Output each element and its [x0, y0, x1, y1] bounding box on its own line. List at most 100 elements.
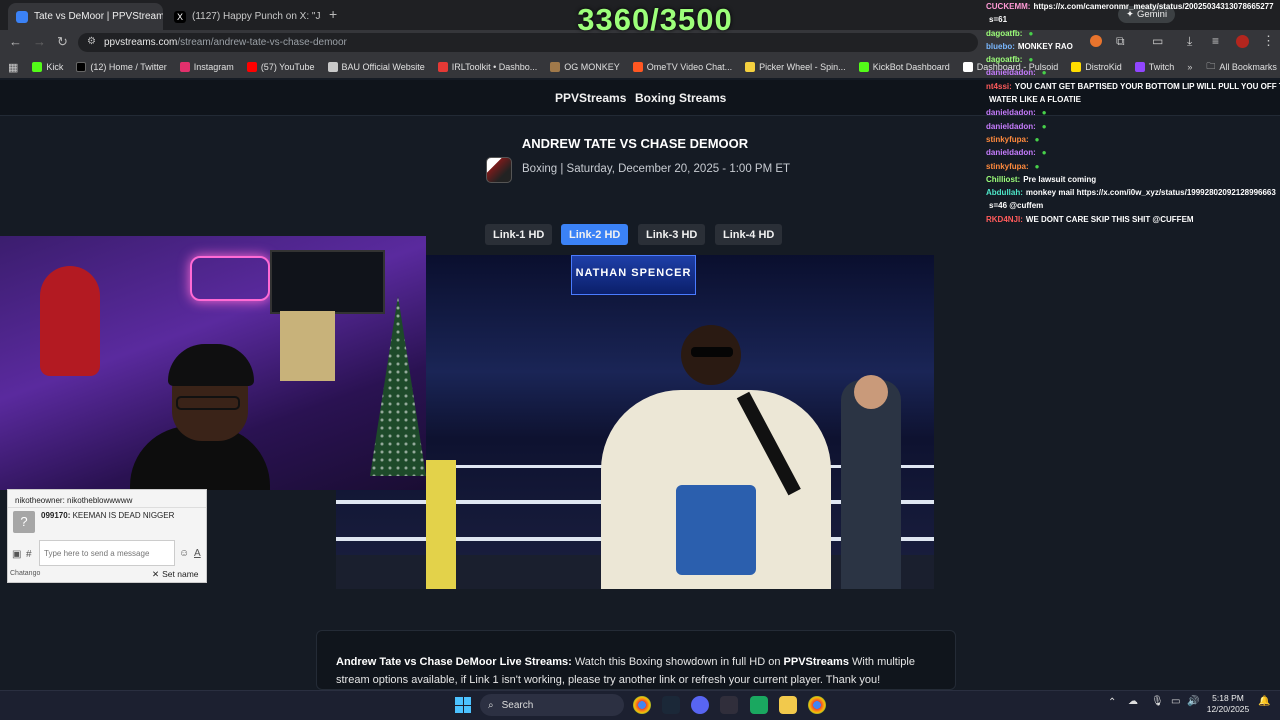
bookmark-favicon-icon	[745, 62, 756, 72]
stream-chat-overlay: CUCKEMM: https://x.com/cameronmr_meaty/st…	[986, 0, 1280, 224]
nav-boxing-streams-link[interactable]: Boxing Streams	[635, 91, 726, 105]
link-2-button[interactable]: Link-2 HD	[561, 224, 629, 245]
chat-line: danieldadon: ●	[986, 120, 1280, 133]
url-host: ppvstreams.com	[104, 37, 178, 48]
cloud-icon[interactable]: ☁	[1128, 696, 1138, 707]
chat-line: danieldadon: ●	[986, 146, 1280, 159]
inflatable-decoration	[40, 266, 100, 376]
event-meta: Boxing | Saturday, December 20, 2025 - 1…	[522, 163, 791, 175]
chat-line: stinkyfupa: ●	[986, 160, 1280, 173]
taskbar-clock[interactable]: 5:18 PM 12/20/2025	[1200, 693, 1256, 715]
set-name-button[interactable]: ✕ Set name	[152, 569, 199, 580]
sunglasses	[691, 347, 733, 357]
chat-line: dagoatfb: ●	[986, 27, 1280, 40]
microphone-icon[interactable]: 🎙	[1151, 696, 1164, 707]
bookmark-item[interactable]: Instagram	[179, 62, 234, 72]
file-explorer-icon[interactable]	[779, 696, 797, 714]
christmas-tree	[370, 296, 426, 476]
tab-twitter[interactable]: X (1127) Happy Punch on X: "Jack ×	[166, 3, 321, 30]
network-icon[interactable]: ▭	[1171, 696, 1180, 707]
emoji-icon[interactable]: ☺	[179, 548, 189, 559]
forward-arrow-icon[interactable]: →	[33, 34, 46, 49]
chat-text: KEEMAN IS DEAD NIGGER	[72, 511, 175, 520]
x-logo-icon: X	[174, 10, 186, 23]
mute-icon: ✕	[152, 569, 160, 579]
chat-username: danieldadon:	[986, 68, 1036, 78]
chatango-widget: nikotheowner: nikotheblowwwww ? 099170: …	[7, 489, 207, 583]
address-bar[interactable]: ⚙ ppvstreams.com/stream/andrew-tate-vs-c…	[78, 33, 978, 52]
bookmark-item[interactable]: OmeTV Video Chat...	[632, 62, 732, 72]
chat-message-input[interactable]	[39, 540, 175, 566]
notification-bell-icon[interactable]: 🔔	[1258, 696, 1270, 707]
chat-line: WATER LIKE A FLOATIE	[986, 93, 1280, 106]
reload-icon[interactable]: ↻	[57, 34, 68, 50]
bookmark-item[interactable]: BAU Official Website	[327, 62, 425, 72]
bookmark-item[interactable]: IRLToolkit • Dashbo...	[437, 62, 537, 72]
url-path: /stream/andrew-tate-vs-chase-demoor	[177, 37, 347, 48]
windows-start-icon[interactable]	[455, 697, 471, 713]
bookmark-item[interactable]: (12) Home / Twitter	[76, 62, 167, 72]
apps-grid-icon[interactable]: ▦	[8, 61, 18, 74]
chat-line: Chilliost: Pre lawsuit coming	[986, 173, 1280, 186]
chat-username: stinkyfupa:	[986, 134, 1029, 144]
chat-username: bluebo:	[986, 41, 1015, 51]
sweater-graphic	[676, 485, 756, 575]
bookmark-label: (57) YouTube	[260, 62, 315, 72]
description-brand: PPVStreams	[783, 656, 849, 668]
arena-banner: NATHAN SPENCER	[571, 255, 696, 295]
emote-icon: ●	[1028, 55, 1034, 65]
tab-ppvstreams[interactable]: Tate vs DeMoor | PPVStream ×	[8, 3, 163, 30]
chat-line: stinkyfupa: ●	[986, 133, 1280, 146]
back-arrow-icon[interactable]: ←	[9, 34, 22, 49]
bookmark-favicon-icon	[179, 62, 190, 72]
new-tab-button[interactable]: +	[329, 6, 337, 22]
chat-username: dagoatfb:	[986, 55, 1023, 65]
site-info-icon[interactable]: ⚙	[87, 36, 96, 47]
chat-line: s=61	[986, 13, 1280, 26]
text-style-icon[interactable]: A	[194, 548, 201, 559]
photographer-head	[854, 375, 888, 409]
chrome-icon[interactable]	[808, 696, 826, 714]
emote-icon: ●	[1041, 148, 1047, 158]
chat-line: Abdullah: monkey mail https://x.com/i0w_x…	[986, 186, 1280, 199]
bookmark-item[interactable]: (57) YouTube	[246, 62, 315, 72]
avatar: ?	[13, 511, 35, 533]
link-4-button[interactable]: Link-4 HD	[715, 224, 783, 245]
goal-counter: 3360/3500	[577, 2, 733, 37]
tab-favicon-icon	[16, 10, 28, 23]
bookmark-item[interactable]: Kick	[32, 62, 63, 72]
fighter-yellow	[426, 460, 456, 589]
event-thumbnail	[486, 157, 512, 183]
bookmark-item[interactable]: OG MONKEY	[550, 62, 620, 72]
bookmark-favicon-icon	[632, 62, 643, 72]
nav-ppvstreams-link[interactable]: PPVStreams	[555, 91, 626, 105]
steam-icon[interactable]	[662, 696, 680, 714]
chat-line: dagoatfb: ●	[986, 53, 1280, 66]
discord-icon[interactable]	[691, 696, 709, 714]
volume-icon[interactable]: 🔊	[1187, 696, 1199, 707]
bookmark-item[interactable]: Picker Wheel - Spin...	[745, 62, 846, 72]
hash-icon[interactable]: #	[26, 549, 32, 560]
chat-username: danieldadon:	[986, 148, 1036, 158]
camera-icon[interactable]: ▣	[12, 549, 21, 560]
link-1-button[interactable]: Link-1 HD	[485, 224, 553, 245]
glasses	[176, 396, 240, 410]
wall-poster	[280, 311, 335, 381]
emote-icon: ●	[1034, 161, 1040, 171]
chevron-up-icon[interactable]: ⌃	[1108, 697, 1116, 708]
chat-line: danieldadon: ●	[986, 106, 1280, 119]
bookmark-favicon-icon	[550, 62, 561, 72]
bookmark-item[interactable]: KickBot Dashboard	[858, 62, 950, 72]
obs-icon[interactable]	[720, 696, 738, 714]
chat-text: s=46 @cuffem	[989, 201, 1044, 211]
chrome-icon[interactable]	[633, 696, 651, 714]
link-3-button[interactable]: Link-3 HD	[638, 224, 706, 245]
event-title: ANDREW TATE VS CHASE DEMOOR	[521, 136, 749, 151]
beanie	[168, 344, 254, 386]
chat-text: s=61	[989, 15, 1008, 25]
bookmark-favicon-icon	[858, 62, 869, 72]
taskbar-search[interactable]: ⌕ Search	[480, 694, 624, 716]
bookmark-favicon-icon	[32, 62, 43, 72]
description-lead: Andrew Tate vs Chase DeMoor Live Streams…	[336, 656, 572, 668]
app-icon[interactable]	[750, 696, 768, 714]
